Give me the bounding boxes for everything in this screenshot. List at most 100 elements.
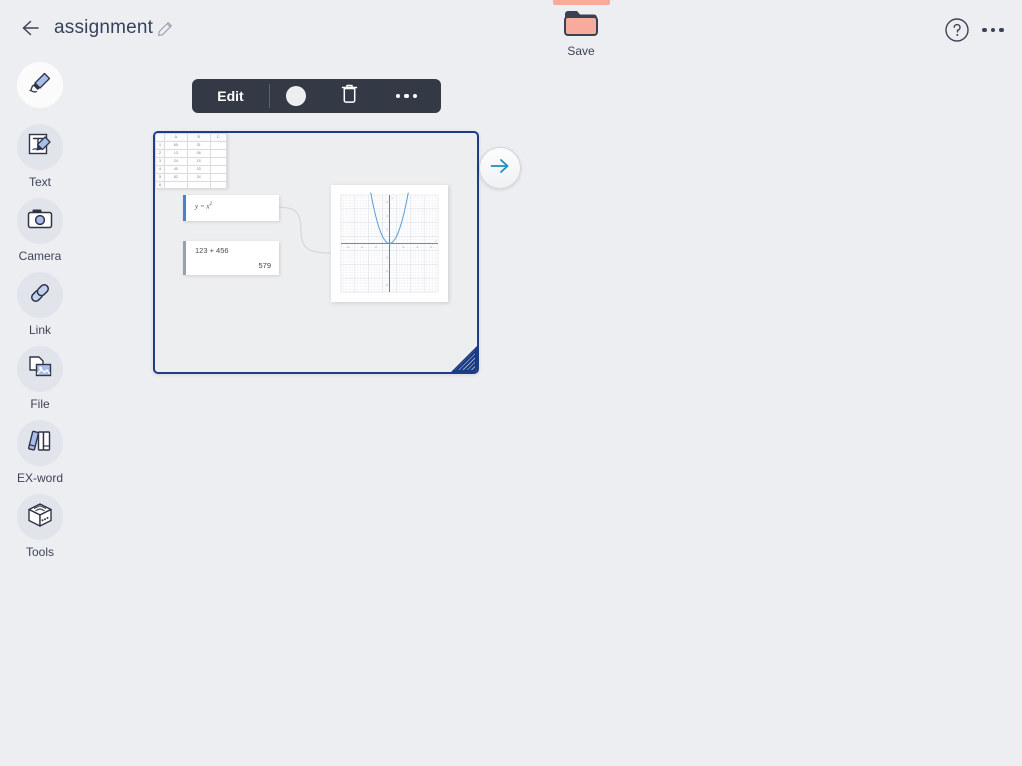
svg-text:-4: -4 <box>385 269 388 273</box>
toolbar-more-button[interactable] <box>376 93 437 99</box>
row-header: 4 <box>155 165 165 174</box>
table-row: 3 24 15 <box>155 157 227 166</box>
delete-button[interactable] <box>322 83 376 109</box>
table-row: 5 82 24 <box>155 173 227 182</box>
table-cell: 13 <box>164 149 188 158</box>
table-cell: 65 <box>164 141 188 150</box>
table-row: 6 <box>155 181 227 188</box>
header-more-button[interactable] <box>982 21 1012 39</box>
arrow-left-icon <box>18 17 40 44</box>
save-button[interactable]: Save <box>551 8 611 58</box>
sidebar-item-file[interactable]: File <box>0 346 80 411</box>
table-cell: 33 <box>186 165 211 174</box>
more-dot <box>990 27 995 33</box>
table-row: 2 13 08 <box>155 149 227 158</box>
row-header: 1 <box>155 141 165 150</box>
toolbox-icon <box>25 500 55 535</box>
table-corner <box>155 133 165 142</box>
column-header: A <box>164 133 188 142</box>
folder-icon <box>562 8 600 38</box>
equation-note[interactable]: y = x2 <box>183 195 279 221</box>
sidebar-item-label: Tools <box>25 545 54 559</box>
table-cell: 24 <box>186 173 211 182</box>
sidebar-item-label: Text <box>28 175 51 189</box>
sidebar-item-label: Link <box>28 323 51 337</box>
row-header: 6 <box>155 181 165 188</box>
table-cell: 15 <box>186 157 211 166</box>
next-page-button[interactable] <box>479 147 521 189</box>
sidebar-item-camera[interactable]: Camera <box>0 198 80 263</box>
table-cell <box>209 157 227 166</box>
row-header: 2 <box>155 149 165 158</box>
more-horizontal-icon <box>395 93 401 99</box>
back-button[interactable] <box>14 15 44 45</box>
edit-toolbar: Edit <box>192 79 441 113</box>
table-header-row: A B C <box>155 133 227 142</box>
sidebar-item-exword[interactable]: EX-word <box>0 420 80 485</box>
color-swatch-dot <box>286 86 306 106</box>
column-header: C <box>209 133 227 142</box>
connector-line <box>276 206 332 254</box>
svg-text:-4: -4 <box>360 245 363 249</box>
sidebar-item-label: File <box>30 397 50 411</box>
table-cell <box>164 181 188 188</box>
trash-icon <box>340 83 359 109</box>
svg-text:-6: -6 <box>347 245 350 249</box>
table-cell <box>186 181 211 188</box>
calculation-note[interactable]: 123 + 456 579 <box>183 241 279 275</box>
table-cell: 82 <box>164 173 188 182</box>
calculation-result: 579 <box>258 261 271 270</box>
svg-text:-6: -6 <box>385 283 388 287</box>
app-header: assignment Save <box>0 0 1022 60</box>
canvas-card[interactable]: y = x2 123 + 456 579 A B C 1 65 31 2 13 … <box>153 131 479 374</box>
app-root: assignment Save Text Camera Link File EX… <box>0 0 1022 766</box>
color-swatch-button[interactable] <box>270 86 322 106</box>
table-cell: 24 <box>164 157 188 166</box>
table-cell <box>209 181 227 188</box>
link-icon <box>25 278 55 313</box>
page-title: assignment <box>54 17 154 38</box>
sidebar-item-pen[interactable] <box>0 62 80 113</box>
svg-text:-2: -2 <box>385 255 388 259</box>
arrow-right-icon <box>488 154 512 183</box>
tools-sidebar: Text Camera Link File EX-word Tools <box>0 62 80 568</box>
pencil-icon[interactable] <box>157 21 173 37</box>
help-circle-icon <box>944 18 970 47</box>
help-button[interactable] <box>944 17 970 43</box>
file-image-icon <box>25 352 55 387</box>
equation-text: y = x2 <box>195 202 212 211</box>
column-header: B <box>186 133 211 142</box>
table-cell <box>209 149 227 158</box>
row-header: 5 <box>155 173 165 182</box>
table-row: 4 40 33 <box>155 165 227 174</box>
save-label: Save <box>567 44 595 58</box>
table-cell: 31 <box>186 141 211 150</box>
spreadsheet-table: A B C 1 65 31 2 13 08 3 24 15 4 40 33 5 … <box>155 133 227 188</box>
spreadsheet-note[interactable]: A B C 1 65 31 2 13 08 3 24 15 4 40 33 5 … <box>155 133 227 188</box>
table-cell <box>209 141 227 150</box>
more-dot <box>404 93 409 99</box>
table-row: 1 65 31 <box>155 141 227 150</box>
sidebar-item-text[interactable]: Text <box>0 124 80 189</box>
row-header: 3 <box>155 157 165 166</box>
graph-note[interactable]: -6 -4 -2 2 4 6 -6 -4 -2 2 4 6 x y <box>331 185 448 302</box>
calculation-expression: 123 + 456 <box>195 246 229 255</box>
more-dot <box>999 27 1004 33</box>
svg-text:-2: -2 <box>374 245 377 249</box>
table-cell <box>209 165 227 174</box>
table-cell: 08 <box>186 149 211 158</box>
edit-button[interactable]: Edit <box>192 88 269 104</box>
table-cell: 40 <box>164 165 188 174</box>
camera-icon <box>25 204 55 239</box>
pen-icon <box>23 66 57 105</box>
sidebar-item-label: EX-word <box>16 471 63 485</box>
sidebar-item-link[interactable]: Link <box>0 272 80 337</box>
resize-grip-icon[interactable] <box>451 346 477 372</box>
text-icon <box>25 130 55 165</box>
more-horizontal-icon <box>982 27 987 33</box>
sidebar-item-tools[interactable]: Tools <box>0 494 80 559</box>
more-dot <box>412 93 418 99</box>
books-icon <box>25 426 55 461</box>
table-cell <box>209 173 227 182</box>
sidebar-item-label: Camera <box>18 249 62 263</box>
